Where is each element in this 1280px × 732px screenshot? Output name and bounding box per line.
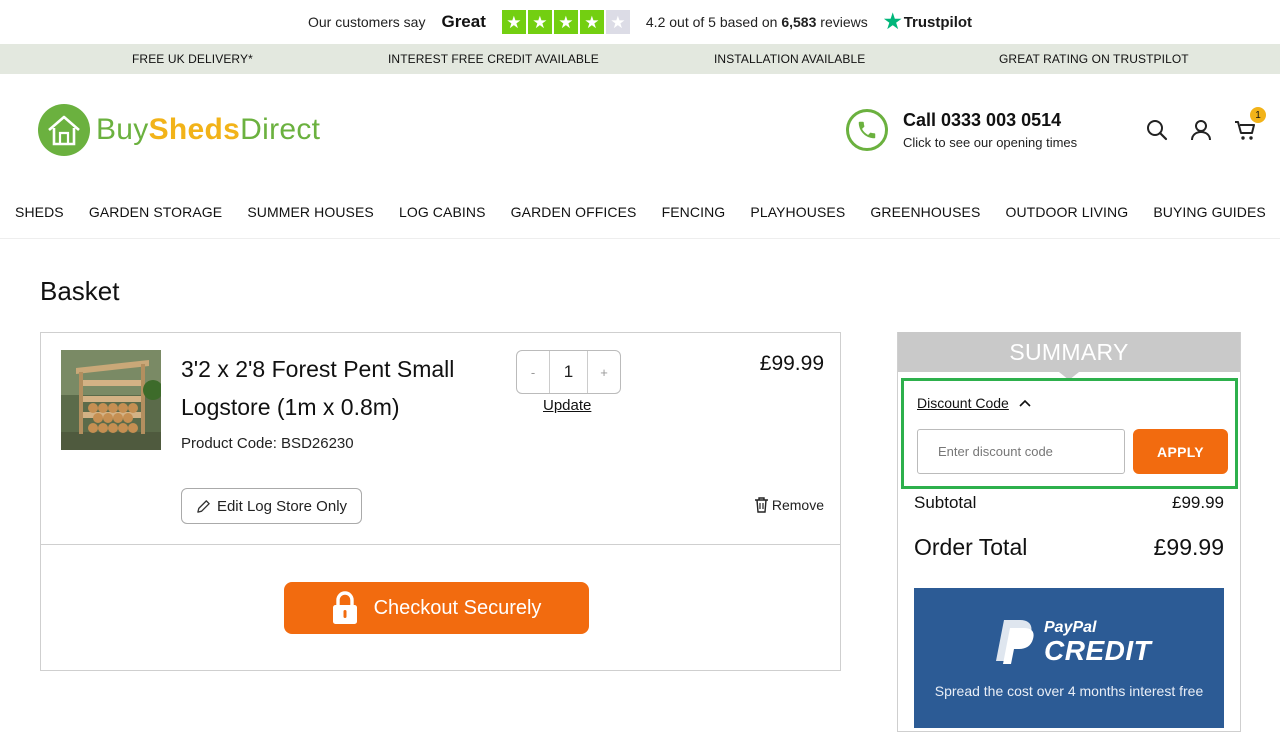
credit-word: CREDIT [1044, 635, 1152, 666]
paypal-credit-logo: PayPal CREDIT [994, 618, 1151, 668]
star-icon: ★ [553, 10, 578, 34]
nav-item-outdoor-living[interactable]: OUTDOOR LIVING [1005, 204, 1128, 220]
nav-item-buying-guides[interactable]: BUYING GUIDES [1153, 204, 1266, 220]
trash-icon [754, 497, 768, 513]
order-summary: SUMMARY Discount Code APPLY Subtotal £99… [897, 332, 1241, 732]
subtotal-value: £99.99 [1172, 493, 1224, 512]
site-header: BuyShedsDirect Call 0333 003 0514 Click … [0, 74, 1280, 186]
chevron-up-icon [1019, 399, 1031, 407]
subtotal-label: Subtotal [914, 493, 977, 512]
search-icon[interactable] [1146, 119, 1168, 141]
usp-free-delivery[interactable]: FREE UK DELIVERY* [132, 52, 253, 66]
trustpilot-stars: ★ ★ ★ ★ ★ [501, 10, 630, 34]
checkout-button[interactable]: Checkout Securely [284, 582, 589, 634]
trustpilot-logo[interactable]: ★ Trustpilot [884, 12, 972, 32]
page-title: Basket [40, 276, 120, 306]
nav-item-garden-storage[interactable]: GARDEN STORAGE [89, 204, 222, 220]
trustpilot-score: 4.2 out of 5 based on 6,583 reviews [645, 14, 868, 30]
product-name[interactable]: 3'2 x 2'8 Forest Pent Small Logstore (1m… [181, 350, 491, 426]
usp-trustpilot-rating[interactable]: GREAT RATING ON TRUSTPILOT [999, 52, 1189, 66]
quantity-stepper: - 1 + [516, 350, 621, 394]
paypal-p-icon [996, 620, 1034, 664]
edit-item-button[interactable]: Edit Log Store Only [181, 488, 362, 524]
nav-item-playhouses[interactable]: PLAYHOUSES [750, 204, 845, 220]
product-image[interactable] [61, 350, 161, 450]
main-nav: SHEDS GARDEN STORAGE SUMMER HOUSES LOG C… [0, 186, 1280, 239]
qty-input[interactable]: 1 [549, 351, 588, 393]
order-total-value: £99.99 [1153, 534, 1224, 560]
pencil-icon [197, 499, 210, 513]
nav-item-garden-offices[interactable]: GARDEN OFFICES [511, 204, 637, 220]
header-icons: 1 [1146, 107, 1266, 141]
cart-count-badge: 1 [1250, 107, 1266, 123]
star-empty-icon: ★ [605, 10, 630, 34]
remove-item-button[interactable]: Remove [754, 496, 824, 513]
star-icon: ★ [501, 10, 526, 34]
usp-bar: FREE UK DELIVERY* INTEREST FREE CREDIT A… [0, 44, 1280, 74]
logo-wordmark: BuyShedsDirect [96, 113, 321, 146]
nav-item-fencing[interactable]: FENCING [662, 204, 726, 220]
nav-item-sheds[interactable]: SHEDS [15, 204, 64, 220]
order-total-label: Order Total [914, 534, 1028, 560]
basket-panel: 3'2 x 2'8 Forest Pent Small Logstore (1m… [40, 332, 841, 671]
update-link[interactable]: Update [543, 397, 591, 414]
qty-increase-button[interactable]: + [588, 351, 620, 393]
opening-times-link[interactable]: Click to see our opening times [903, 135, 1077, 150]
star-icon: ★ [579, 10, 604, 34]
summary-title: SUMMARY [898, 332, 1240, 380]
logo-shed-icon [38, 104, 90, 156]
discount-section: Discount Code APPLY [901, 378, 1238, 489]
star-icon: ★ [527, 10, 552, 34]
nav-item-greenhouses[interactable]: GREENHOUSES [870, 204, 980, 220]
nav-item-summer-houses[interactable]: SUMMER HOUSES [247, 204, 374, 220]
usp-installation[interactable]: INSTALLATION AVAILABLE [714, 52, 865, 66]
order-total-row: Order Total £99.99 [914, 534, 1224, 561]
phone-icon [846, 109, 888, 151]
discount-code-input[interactable] [917, 429, 1125, 474]
call-us[interactable]: Call 0333 003 0514 Click to see our open… [846, 109, 1077, 151]
trustpilot-star-icon: ★ [883, 11, 902, 33]
paypal-credit-banner[interactable]: PayPal CREDIT Spread the cost over 4 mon… [914, 588, 1224, 728]
apply-discount-button[interactable]: APPLY [1133, 429, 1228, 474]
trustpilot-rating-word: Great [441, 12, 486, 31]
nav-item-log-cabins[interactable]: LOG CABINS [399, 204, 486, 220]
trustpilot-intro: Our customers say [307, 14, 426, 30]
trustpilot-bar[interactable]: Our customers say Great ★ ★ ★ ★ ★ 4.2 ou… [0, 0, 1280, 44]
call-number[interactable]: Call 0333 003 0514 [903, 110, 1077, 131]
usp-interest-free-credit[interactable]: INTEREST FREE CREDIT AVAILABLE [388, 52, 599, 66]
product-code: Product Code: BSD26230 [181, 435, 354, 452]
paypal-credit-text: Spread the cost over 4 months interest f… [934, 683, 1204, 699]
qty-decrease-button[interactable]: - [517, 351, 549, 393]
lock-icon [332, 591, 357, 624]
account-icon[interactable] [1190, 119, 1212, 141]
basket-item: 3'2 x 2'8 Forest Pent Small Logstore (1m… [41, 333, 840, 545]
subtotal-row: Subtotal £99.99 [914, 493, 1224, 513]
item-price: £99.99 [759, 352, 824, 375]
paypal-word: PayPal [1044, 619, 1097, 636]
cart-icon[interactable]: 1 [1234, 107, 1266, 141]
site-logo[interactable]: BuyShedsDirect [38, 104, 320, 156]
discount-code-toggle[interactable]: Discount Code [917, 395, 1031, 411]
